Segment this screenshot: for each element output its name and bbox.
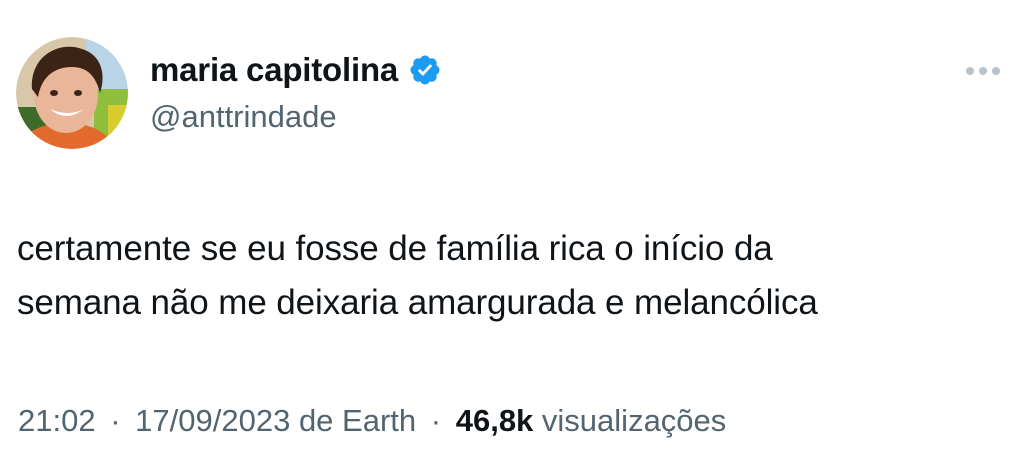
meta-separator: · [110, 403, 121, 438]
views-count: 46,8k [455, 403, 534, 438]
user-handle[interactable]: @anttrindade [150, 98, 337, 136]
avatar-photo [16, 37, 128, 149]
verified-badge-icon [408, 53, 442, 87]
tweet-source: de Earth [298, 403, 417, 438]
display-name[interactable]: maria capitolina [150, 50, 398, 90]
tweet-text-line: semana não me deixaria amargurada e mela… [17, 283, 818, 322]
display-name-row[interactable]: maria capitolina [150, 50, 442, 90]
tweet-text: certamente se eu fosse de família rica o… [17, 222, 1017, 330]
tweet-text-line: certamente se eu fosse de família rica o… [17, 229, 773, 268]
tweet-card: maria capitolina @anttrindade certamente… [0, 0, 1024, 468]
more-options-icon[interactable] [961, 58, 1005, 84]
tweet-metadata: 21:02 · 17/09/2023 de Earth · 46,8k visu… [18, 401, 726, 441]
tweet-time[interactable]: 21:02 [18, 403, 96, 438]
tweet-date[interactable]: 17/09/2023 [135, 403, 290, 438]
views-label: visualizações [541, 403, 727, 438]
meta-separator: · [430, 403, 442, 438]
avatar[interactable] [16, 37, 128, 149]
